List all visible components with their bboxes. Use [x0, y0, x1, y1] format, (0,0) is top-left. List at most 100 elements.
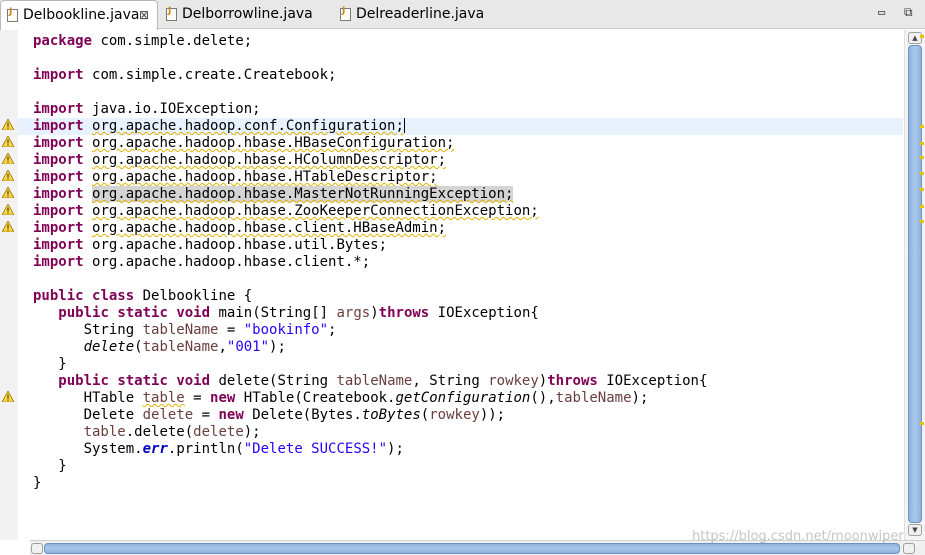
warning-marker[interactable] — [920, 220, 924, 223]
type-name: HTable — [83, 390, 143, 406]
import-path: org.apache.hadoop.hbase.HColumnDescripto… — [92, 152, 447, 168]
keyword: import — [33, 203, 84, 219]
editor-tab-bar: Delbookline.java ⊠ Delborrowline.java De… — [0, 0, 925, 30]
local-variable: table — [83, 424, 126, 440]
punctuation: ; — [328, 322, 337, 338]
warning-icon[interactable] — [2, 170, 14, 181]
method-call: .println( — [167, 441, 244, 457]
warning-marker[interactable] — [920, 35, 924, 38]
punctuation: { — [235, 288, 253, 304]
code-line: public static void main(String[] args)th… — [58, 305, 539, 321]
warning-marker[interactable] — [920, 125, 924, 128]
parameter: rowkey — [429, 407, 480, 423]
type-name: Delete — [83, 407, 143, 423]
maximize-button[interactable]: ⧉ — [904, 5, 913, 20]
import-path: java.io.IOException; — [92, 101, 261, 117]
scrollbar-thumb[interactable] — [44, 543, 900, 554]
keyword: static — [117, 305, 168, 321]
import-path: org.apache.hadoop.conf.Configuration; — [92, 118, 404, 134]
scroll-down-button[interactable]: ▼ — [908, 524, 922, 536]
warning-icon[interactable] — [2, 119, 14, 130]
warning-icon[interactable] — [2, 391, 14, 402]
punctuation: } — [58, 458, 67, 474]
import-path: org.apache.hadoop.hbase.client.HBaseAdmi… — [92, 220, 447, 236]
warning-marker[interactable] — [920, 142, 924, 145]
warning-icon[interactable] — [2, 187, 14, 198]
warning-icon[interactable] — [2, 136, 14, 147]
operator: = — [218, 322, 244, 338]
import-path: org.apache.hadoop.hbase.util.Bytes; — [92, 237, 388, 253]
code-line: Delete delete = new Delete(Bytes.toBytes… — [83, 407, 506, 423]
punctuation: ( — [420, 407, 430, 423]
scroll-up-button[interactable]: ▲ — [908, 32, 922, 44]
exception-type: IOException{ — [597, 373, 708, 389]
keyword: import — [33, 169, 84, 185]
code-line: } — [33, 458, 903, 475]
current-line: import org.apache.hadoop.conf.Configurat… — [18, 118, 903, 135]
keyword: import — [33, 67, 84, 83]
warning-marker[interactable] — [920, 422, 924, 425]
minimize-button[interactable]: ▭ — [878, 5, 885, 19]
keyword: public — [33, 288, 84, 304]
warning-icon[interactable] — [2, 153, 14, 164]
scroll-left-button[interactable] — [31, 543, 43, 554]
package-name: com.simple.delete; — [100, 33, 253, 49]
vertical-ruler — [0, 30, 18, 540]
code-line: import org.apache.hadoop.hbase.HColumnDe… — [33, 152, 903, 169]
code-line: import org.apache.hadoop.hbase.HBaseConf… — [33, 135, 903, 152]
method-signature: delete(String — [218, 373, 337, 389]
code-line: } — [33, 356, 903, 373]
code-line: public class Delbookline { — [33, 288, 903, 305]
warning-icon[interactable] — [2, 221, 14, 232]
tab-label: Delreaderline.java — [356, 6, 485, 22]
code-line: } — [33, 475, 903, 492]
tab-delborrowline[interactable]: Delborrowline.java — [160, 0, 330, 29]
class-name: System. — [83, 441, 143, 457]
class-name: Delbookline — [142, 288, 236, 304]
static-field: err — [142, 441, 168, 457]
keyword: import — [33, 135, 84, 151]
keyword: import — [33, 220, 84, 236]
local-variable: table — [142, 390, 185, 406]
keyword: new — [210, 390, 236, 406]
warning-marker[interactable] — [920, 188, 924, 191]
punctuation: ); — [387, 441, 404, 457]
import-path: com.simple.create.Createbook; — [92, 67, 337, 83]
keyword: void — [176, 373, 211, 389]
method-call: getConfiguration — [395, 390, 531, 406]
scrollbar-thumb[interactable] — [908, 45, 922, 523]
local-variable: delete — [142, 407, 194, 423]
warning-marker[interactable] — [920, 205, 924, 208]
import-path: org.apache.hadoop.hbase.HBaseConfigurati… — [92, 135, 455, 151]
java-file-icon — [340, 6, 351, 21]
keyword: class — [92, 288, 135, 304]
code-line: import org.apache.hadoop.hbase.util.Byte… — [33, 237, 903, 254]
import-path: org.apache.hadoop.hbase.ZooKeeperConnect… — [92, 203, 539, 219]
code-editor[interactable]: package com.simple.delete; import com.sim… — [18, 30, 904, 540]
local-variable: tableName — [142, 339, 219, 355]
keyword: import — [33, 237, 84, 253]
source-code[interactable]: package com.simple.delete; import com.sim… — [18, 33, 903, 492]
vertical-scrollbar[interactable]: ▲ ▼ — [904, 30, 925, 540]
string-literal: "001" — [226, 339, 270, 355]
close-icon[interactable]: ⊠ — [139, 1, 149, 30]
warning-marker[interactable] — [920, 172, 924, 175]
tab-delbookline[interactable]: Delbookline.java ⊠ — [0, 0, 158, 30]
code-line: System.err.println("Delete SUCCESS!"); — [33, 441, 903, 458]
scroll-right-button[interactable] — [903, 543, 915, 554]
java-file-icon — [166, 6, 177, 21]
warning-icon[interactable] — [2, 204, 14, 215]
keyword: import — [33, 152, 84, 168]
code-line: delete(tableName,"001"); — [33, 339, 903, 356]
punctuation: (), — [530, 390, 556, 406]
keyword: package — [33, 33, 93, 49]
keyword: public — [58, 373, 109, 389]
tab-delreaderline[interactable]: Delreaderline.java — [334, 0, 504, 29]
tab-label: Delborrowline.java — [182, 6, 313, 22]
parameter: rowkey — [488, 373, 539, 389]
warning-marker[interactable] — [920, 156, 924, 159]
constructor-call: HTable(Createbook. — [235, 390, 396, 406]
keyword: import — [33, 101, 84, 117]
